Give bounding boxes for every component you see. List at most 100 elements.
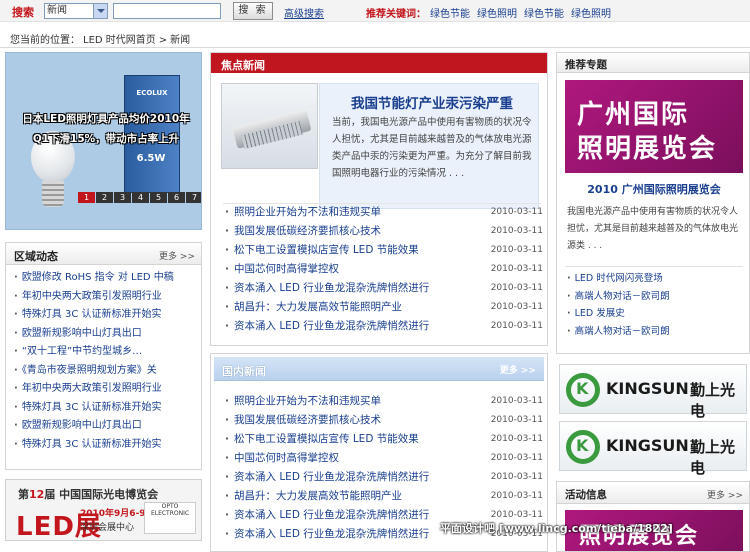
list-item[interactable]: 年初中央两大政策引发照明行业 [14,288,201,307]
slide-page-button[interactable]: 1 [78,192,95,203]
expo-banner-title: 第12届 中国国际光电博览会 [18,486,158,502]
news-row[interactable]: 我国发展低碳经济要抓核心技术 2010-03-11 [225,411,543,430]
news-title[interactable]: 中国芯何时高得掌控权 [225,449,339,468]
keyword-link[interactable]: 绿色照明 [477,5,517,20]
kingsun-ad-banner[interactable]: KINGSUN 勤上光电 [559,364,747,420]
news-title[interactable]: 我国发展低碳经济要抓核心技术 [225,222,381,241]
news-title[interactable]: 照明企业开始为不法和违规买单 [225,203,381,222]
slide-page-button[interactable]: 5 [150,192,167,203]
expo-ad-banner[interactable]: 第12届 中国国际光电博览会 LED展 2010年9月6-9日 深圳会展中心 O… [5,479,202,541]
list-item[interactable]: 欧盟新规影响中山灯具出口 [14,325,201,344]
category-select-value: 新闻 [47,5,67,16]
list-item[interactable]: 年初中央两大政策引发照明行业 [14,380,201,399]
feature-image[interactable] [221,83,318,169]
topic-headline-link[interactable]: 2010 广州国际照明展览会 [557,181,750,197]
news-title[interactable]: 资本涌入 LED 行业鱼龙混杂洗牌悄然进行 [225,525,429,544]
kingsun-ad-banner[interactable]: KINGSUN 勤上光电 [559,421,747,477]
slide-page-button[interactable]: 2 [96,192,113,203]
divider [565,266,743,267]
news-title[interactable]: 松下电工设置模拟店宣传 LED 节能效果 [225,241,419,260]
expo-banner-venue: 深圳会展中心 [80,523,135,533]
breadcrumb-prefix: 您当前的位置： [10,35,80,46]
list-item[interactable]: “双十工程”中节约型城乡… [14,343,201,362]
advanced-search-link[interactable]: 高级搜索 [284,5,324,20]
hero-caption-line2[interactable]: Q1下滑15%，带动市占率上升 [20,131,192,146]
ad-brand: KINGSUN [606,436,689,455]
focus-news-panel: 焦点新闻 我国节能灯产业汞污染严重 当前，我国电光源产品中使用有害物质的状况令人… [210,52,548,346]
list-item[interactable]: 欧盟修改 RoHS 指令 对 LED 中稿 [14,269,201,288]
news-title[interactable]: 我国发展低碳经济要抓核心技术 [225,411,381,430]
feature-summary: 当前，我国电光源产品中使用有害物质的状况令人担忧，尤其是目前越来越普及的气体放电… [332,117,532,179]
slideshow-pager: 1 2 3 4 5 6 7 [78,192,201,203]
watermark: 平面设计吧 [www.lincg.com/tieba/1822] [440,522,673,535]
topic-banner-line2: 照明展览会 [577,134,718,164]
keyword-link[interactable]: 绿色节能 [524,5,564,20]
news-title[interactable]: 松下电工设置模拟店宣传 LED 节能效果 [225,430,419,449]
list-item[interactable]: 高端人物对话－欧司朗 [567,323,670,341]
news-row[interactable]: 资本涌入 LED 行业鱼龙混杂洗牌悄然进行 2010-03-11 [225,468,543,487]
slide-page-button[interactable]: 3 [114,192,131,203]
feature-title-link[interactable]: 我国节能灯产业汞污染严重 [332,92,532,112]
list-item[interactable]: 欧盟新规影响中山灯具出口 [14,417,201,436]
hero-slideshow[interactable]: ECOLUX 6.5W 日本LED照明灯具产品均价2010年 Q1下滑15%，带… [5,52,202,230]
more-link[interactable]: 更多 >> [159,249,195,262]
slide-page-button[interactable]: 4 [132,192,149,203]
news-row[interactable]: 胡昌升：大力发展高效节能照明产业 2010-03-11 [225,298,543,317]
slide-page-button[interactable]: 6 [168,192,185,203]
panel-header: 活动信息 更多 >> [557,482,749,504]
news-row[interactable]: 照明企业开始为不法和违规买单 2010-03-11 [225,203,543,222]
news-title[interactable]: 胡昌升：大力发展高效节能照明产业 [225,298,402,317]
more-link[interactable]: 更多 >> [707,488,743,501]
bulb-base-image [42,181,64,207]
news-title[interactable]: 中国芯何时高得掌控权 [225,260,339,279]
news-date: 2010-03-11 [490,321,543,331]
panel-title: 推荐专题 [565,59,607,71]
search-input[interactable] [113,3,221,19]
panel-title: 活动信息 [565,489,607,501]
divider [0,47,750,48]
expo-prefix: 第 [18,488,29,501]
list-item[interactable]: 特殊灯具 3C 认证新标准开始实 [14,399,201,418]
list-item[interactable]: 高端人物对话－欧司朗 [567,288,670,306]
list-item[interactable]: LED 时代网闪亮登场 [567,270,670,288]
hero-caption-line1[interactable]: 日本LED照明灯具产品均价2010年 [20,111,192,126]
category-select[interactable]: 新闻 [44,3,108,19]
news-row[interactable]: 资本涌入 LED 行业鱼龙混杂洗牌悄然进行 2010-03-11 [225,317,543,336]
panel-title: 国内新闻 [222,365,266,378]
news-title[interactable]: 资本涌入 LED 行业鱼龙混杂洗牌悄然进行 [225,468,429,487]
news-row[interactable]: 我国发展低碳经济要抓核心技术 2010-03-11 [225,222,543,241]
news-row[interactable]: 松下电工设置模拟店宣传 LED 节能效果 2010-03-11 [225,241,543,260]
recommended-topic-panel: 推荐专题 广州国际 照明展览会 2010 广州国际照明展览会 我国电光源产品中使… [556,52,750,354]
breadcrumb-home-link[interactable]: LED 时代网首页 [83,35,156,46]
product-box-label: ECOLUX [136,89,168,97]
keyword-link[interactable]: 绿色照明 [571,5,611,20]
events-panel: 活动信息 更多 >> 照明展览会 [556,481,750,552]
news-row[interactable]: 照明企业开始为不法和违规买单 2010-03-11 [225,392,543,411]
chevron-down-icon[interactable] [93,4,107,18]
news-title[interactable]: 照明企业开始为不法和违规买单 [225,392,381,411]
search-button[interactable]: 搜 索 [233,2,273,20]
news-title[interactable]: 资本涌入 LED 行业鱼龙混杂洗牌悄然进行 [225,279,429,298]
news-row[interactable]: 中国芯何时高得掌控权 2010-03-11 [225,260,543,279]
news-row[interactable]: 胡昌升：大力发展高效节能照明产业 2010-03-11 [225,487,543,506]
expo-logo: OPTO ELECTRONIC [144,502,196,534]
news-title[interactable]: 资本涌入 LED 行业鱼龙混杂洗牌悄然进行 [225,506,429,525]
news-row[interactable]: 松下电工设置模拟店宣传 LED 节能效果 2010-03-11 [225,430,543,449]
list-item[interactable]: 特殊灯具 3C 认证新标准开始实 [14,436,201,455]
news-row[interactable]: 资本涌入 LED 行业鱼龙混杂洗牌悄然进行 2010-03-11 [225,279,543,298]
news-row[interactable]: 中国芯何时高得掌控权 2010-03-11 [225,449,543,468]
kingsun-logo-icon [566,430,600,464]
slide-page-button[interactable]: 7 [186,192,201,203]
keyword-link[interactable]: 绿色节能 [430,5,470,20]
regional-news-list: 欧盟修改 RoHS 指令 对 LED 中稿 年初中央两大政策引发照明行业 特殊灯… [6,265,201,454]
more-link[interactable]: 更多 >> [500,363,536,376]
list-item[interactable]: 特殊灯具 3C 认证新标准开始实 [14,306,201,325]
topic-banner-image[interactable]: 广州国际 照明展览会 [565,80,743,173]
top-search-bar: 搜索 新闻 搜 索 高级搜索 推荐关键词： 绿色节能 绿色照明 绿色节能 绿色照… [0,0,750,22]
news-title[interactable]: 胡昌升：大力发展高效节能照明产业 [225,487,402,506]
list-item[interactable]: LED 发展史 [567,305,670,323]
product-box-watt: 6.5W [136,153,166,164]
breadcrumb-separator: > [158,35,168,46]
list-item[interactable]: 《青岛市夜景照明规划方案》关 [14,362,201,381]
news-title[interactable]: 资本涌入 LED 行业鱼龙混杂洗牌悄然进行 [225,317,429,336]
